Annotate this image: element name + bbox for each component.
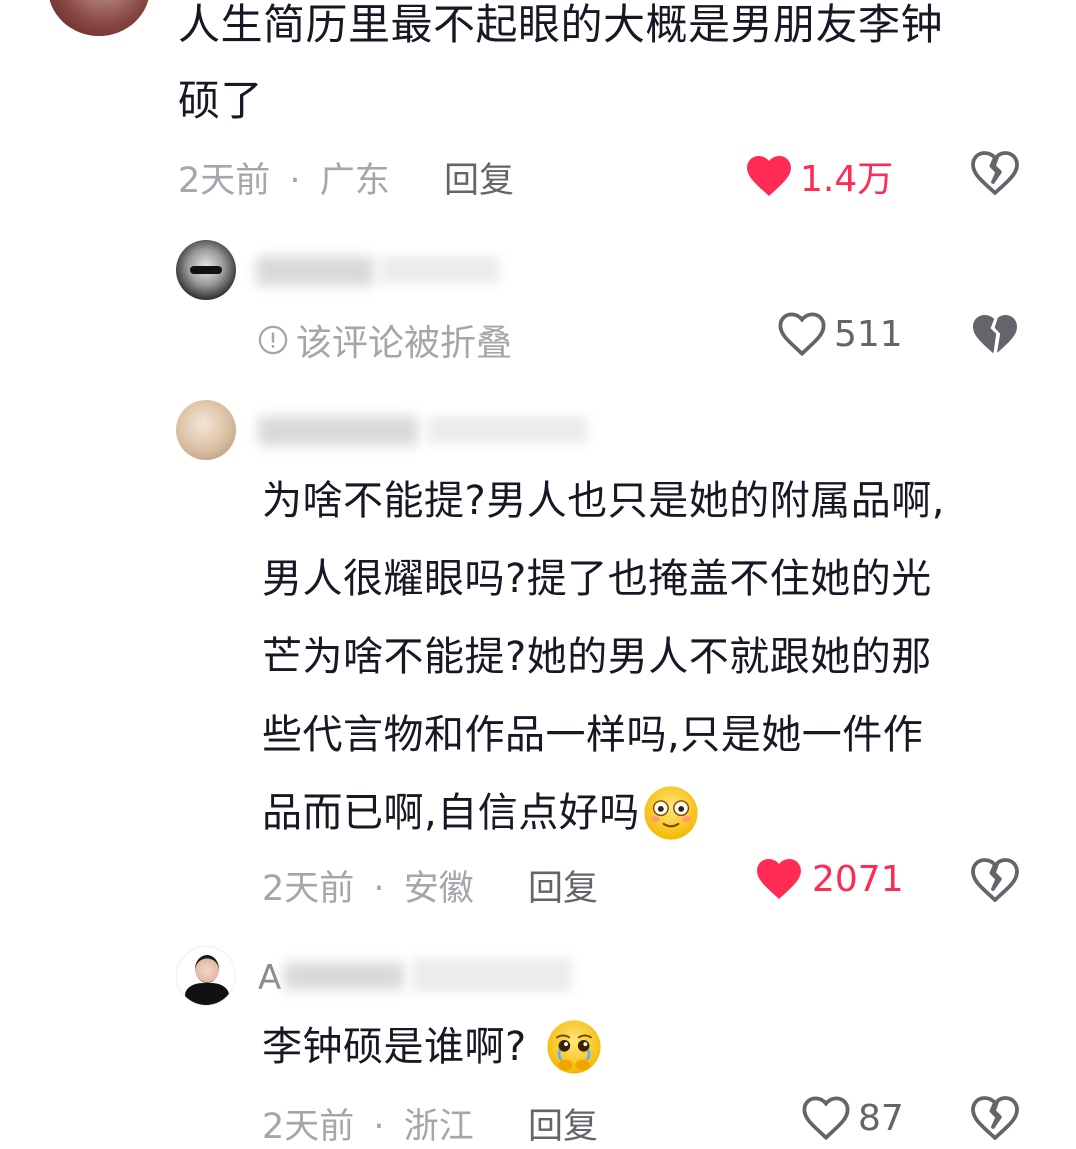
comment-line: 些代言物和作品一样吗,只是她一件作 bbox=[262, 712, 924, 758]
broken-heart-icon[interactable] bbox=[971, 313, 1019, 357]
comment-line: 为啥不能提?男人也只是她的附属品啊, bbox=[262, 478, 945, 524]
heart-outline-icon bbox=[778, 312, 826, 356]
username-reply2-extra bbox=[428, 416, 588, 444]
avatar-top-comment[interactable] bbox=[48, 0, 150, 36]
like-count: 1.4万 bbox=[800, 159, 894, 200]
like-button[interactable]: 1.4万 bbox=[746, 150, 893, 202]
username-reply2[interactable] bbox=[258, 416, 418, 446]
username-reply3[interactable] bbox=[284, 962, 404, 990]
comment-line: 人生简历里最不起眼的大概是男朋友李钟 bbox=[178, 0, 944, 49]
reply-button[interactable]: 回复 bbox=[444, 152, 514, 203]
heart-filled-icon bbox=[757, 858, 801, 900]
comment-location: 广东 bbox=[319, 161, 390, 201]
comment-time: 2天前 bbox=[262, 869, 355, 909]
username-reply1[interactable] bbox=[256, 256, 374, 286]
meta-separator: · bbox=[289, 161, 301, 201]
reply-button[interactable]: 回复 bbox=[528, 860, 598, 911]
comment-line: 男人很耀眼吗?提了也掩盖不住她的光 bbox=[262, 556, 932, 602]
broken-heart-icon[interactable] bbox=[971, 1096, 1019, 1140]
comment-line: 芒为啥不能提?她的男人不就跟她的那 bbox=[262, 634, 932, 680]
comment-meta: 2天前 · 浙江 bbox=[262, 1098, 474, 1149]
info-circle-icon bbox=[258, 325, 288, 355]
like-button[interactable]: 511 bbox=[778, 312, 903, 356]
avatar-reply1[interactable] bbox=[176, 240, 236, 300]
like-button[interactable]: 87 bbox=[802, 1096, 904, 1140]
comment-time: 2天前 bbox=[178, 161, 271, 201]
comment-meta: 2天前 · 广东 bbox=[178, 152, 390, 203]
meta-separator: · bbox=[373, 1107, 385, 1147]
like-count: 511 bbox=[834, 313, 903, 355]
comment-meta: 2天前 · 安徽 bbox=[262, 860, 474, 911]
comment-location: 安徽 bbox=[403, 869, 474, 909]
comment-line-text: 李钟硕是谁啊? bbox=[262, 1024, 527, 1070]
folded-notice[interactable]: 该评论被折叠 bbox=[258, 314, 512, 366]
comment-text: 人生简历里最不起眼的大概是男朋友李钟 硕了 bbox=[178, 0, 943, 140]
comment-line-text: 品而已啊,自信点好吗 bbox=[262, 790, 640, 836]
comment-line: 品而已啊,自信点好吗 bbox=[262, 774, 945, 852]
like-count: 2071 bbox=[812, 858, 904, 900]
pleading-emoji-icon bbox=[545, 1018, 603, 1076]
folded-text: 该评论被折叠 bbox=[296, 323, 513, 364]
reply-button[interactable]: 回复 bbox=[528, 1098, 598, 1149]
like-button[interactable]: 2071 bbox=[756, 858, 904, 900]
comment-location: 浙江 bbox=[403, 1107, 474, 1147]
avatar-reply3[interactable] bbox=[176, 946, 236, 1006]
username-reply3-extra bbox=[412, 958, 572, 992]
username-reply1-extra bbox=[380, 256, 500, 284]
comment-text: 为啥不能提?男人也只是她的附属品啊, 男人很耀眼吗?提了也掩盖不住她的光 芒为啥… bbox=[262, 462, 945, 852]
like-count: 87 bbox=[858, 1097, 904, 1139]
username-initial: A bbox=[258, 958, 282, 998]
meta-separator: · bbox=[373, 869, 385, 909]
comment-line: 硕了 bbox=[178, 76, 264, 125]
broken-heart-icon[interactable] bbox=[971, 858, 1019, 902]
avatar-reply2[interactable] bbox=[176, 400, 236, 460]
broken-heart-icon[interactable] bbox=[971, 151, 1019, 195]
flushed-emoji-icon bbox=[642, 784, 700, 842]
comment-time: 2天前 bbox=[262, 1107, 355, 1147]
heart-filled-icon bbox=[747, 155, 791, 197]
comment-text: 李钟硕是谁啊? bbox=[262, 1008, 603, 1086]
heart-outline-icon bbox=[802, 1096, 850, 1140]
